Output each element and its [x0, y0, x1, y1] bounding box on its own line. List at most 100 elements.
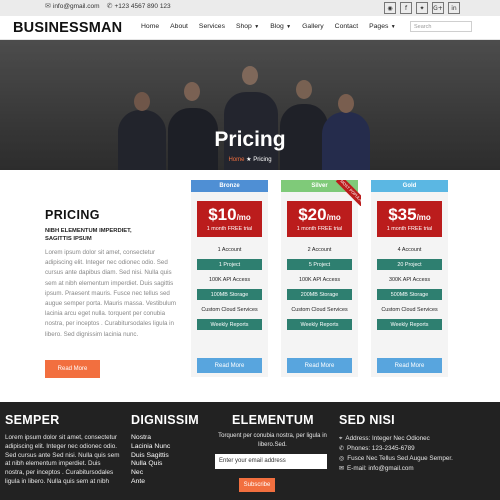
facebook-icon[interactable]: f: [400, 2, 412, 14]
caret-down-icon: ▼: [389, 24, 396, 30]
map-marker-icon: ⌖: [339, 436, 343, 442]
top-email-text: info@gmail.com: [52, 3, 100, 10]
phone-icon: ✆: [106, 3, 113, 10]
pricing-subtitle: NIBH ELEMENTUM IMPERDIET, SAGITTIS IPSUM: [45, 227, 180, 243]
price-amount: $20: [298, 205, 327, 224]
nav-item-contact[interactable]: Contact: [335, 23, 358, 30]
plan-feature: 1 Project: [197, 259, 262, 270]
envelope-icon: ✉: [45, 3, 51, 10]
pricing-subtitle-line-2: SAGITTIS IPSUM: [45, 236, 92, 242]
plan-gold: Gold $35/mo 1 month FREE trial 4 Account…: [371, 180, 448, 377]
nav-item-home[interactable]: Home: [141, 23, 159, 30]
twitter-icon[interactable]: ✦: [416, 2, 428, 14]
google-plus-icon[interactable]: G+: [432, 2, 444, 14]
globe-icon: ◎: [339, 456, 345, 462]
social-links: ◉ f ✦ G+ in: [384, 2, 460, 14]
footer-link[interactable]: Ante: [131, 478, 221, 487]
plan-feature: 200MB Storage: [287, 289, 352, 300]
footer-heading: ELEMENTUM: [232, 413, 314, 427]
plan-feature: Weekly Reports: [197, 319, 262, 330]
plan-read-more-button[interactable]: Read More: [287, 358, 352, 373]
page-title: Pricing: [214, 128, 286, 151]
footer-col-semper: SEMPER Lorem ipsum dolor sit amet, conse…: [5, 413, 120, 487]
price-amount: $35: [388, 205, 417, 224]
nav-item-shop[interactable]: Shop ▼: [236, 23, 259, 30]
footer-text: Lorem ipsum dolor sit amet, consectetur …: [5, 434, 120, 485]
footer-col-elementum: ELEMENTUM Torquent per conubia nostra, p…: [215, 413, 330, 492]
rss-icon[interactable]: ◉: [384, 2, 396, 14]
main-header: BUSINESSMAN Home About Services Shop ▼ B…: [0, 16, 500, 40]
top-contact: ✉ info@gmail.com ✆ +123 4567 890 123: [45, 2, 171, 10]
plan-feature: 1 Account: [217, 246, 242, 253]
envelope-icon: ✉: [339, 466, 345, 472]
footer-link[interactable]: Lacinia Nunc: [131, 443, 221, 452]
subscribe-button[interactable]: Subscribe: [239, 478, 275, 492]
plan-title: Bronze: [191, 180, 268, 192]
top-phone: ✆ +123 4567 890 123: [107, 2, 171, 10]
top-phone-text: +123 4567 890 123: [114, 3, 171, 10]
plan-feature: Weekly Reports: [287, 319, 352, 330]
hero-banner: Pricing Home ★ Pricing: [0, 40, 500, 170]
plan-title: Gold: [371, 180, 448, 192]
nav-item-about[interactable]: About: [170, 23, 188, 30]
linkedin-icon[interactable]: in: [448, 2, 460, 14]
nav-item-blog[interactable]: Blog ▼: [270, 23, 291, 30]
price-trial: 1 month FREE trial: [386, 226, 433, 232]
price-period: /mo: [236, 213, 251, 222]
plan-feature: Weekly Reports: [377, 319, 442, 330]
plan-feature: 100K API Access: [208, 276, 251, 283]
plan-feature: 2 Account: [307, 246, 332, 253]
top-bar: ✉ info@gmail.com ✆ +123 4567 890 123 ◉ f ✦…: [0, 0, 500, 16]
caret-down-icon: ▼: [284, 24, 292, 30]
price-amount: $10: [208, 205, 237, 224]
footer-link[interactable]: Nec: [131, 469, 221, 478]
nav-item-services[interactable]: Services: [199, 23, 225, 30]
search-input[interactable]: Search: [410, 21, 472, 32]
email-field[interactable]: Enter your email address: [215, 454, 327, 469]
pricing-intro: PRICING NIBH ELEMENTUM IMPERDIET, SAGITT…: [45, 208, 180, 378]
plan-feature: 500MB Storage: [377, 289, 442, 300]
pricing-heading: PRICING: [45, 208, 100, 222]
plan-feature: 300K API Access: [388, 276, 431, 283]
plan-read-more-button[interactable]: Read More: [377, 358, 442, 373]
caret-down-icon: ▼: [252, 24, 260, 30]
footer-link[interactable]: Duis Sagittis: [131, 452, 221, 461]
plan-price: $35/mo 1 month FREE trial: [377, 201, 442, 237]
footer-heading: DIGNISSIM: [131, 413, 199, 427]
plan-feature: 4 Account: [397, 246, 422, 253]
breadcrumb: Home ★ Pricing: [0, 156, 500, 163]
plan-feature: 5 Project: [287, 259, 352, 270]
footer-heading: SED NISI: [339, 413, 395, 427]
plan-feature: 100K API Access: [298, 276, 341, 283]
nav-item-gallery[interactable]: Gallery: [302, 23, 324, 30]
price-period: /mo: [326, 213, 341, 222]
plan-silver: Silver MOST POPULAR $20/mo 1 month FREE …: [281, 180, 361, 377]
phone-icon: ✆: [339, 446, 345, 452]
plan-bronze: Bronze $10/mo 1 month FREE trial 1 Accou…: [191, 180, 268, 377]
top-email[interactable]: ✉ info@gmail.com: [45, 2, 100, 10]
footer-link[interactable]: Nulla Quis: [131, 460, 221, 469]
plan-price: $20/mo 1 month FREE trial: [287, 201, 352, 237]
plan-feature: 20 Project: [377, 259, 442, 270]
newsletter-text: Torquent per conubia nostra, per ligula …: [218, 433, 327, 448]
footer-fusce: ◎ Fusce Nec Tellus Sed Augue Semper.: [339, 455, 453, 462]
breadcrumb-current: Pricing: [253, 157, 272, 163]
read-more-button[interactable]: Read More: [45, 360, 100, 378]
footer-address: ⌖ Address: Integer Nec Odionec: [339, 435, 430, 442]
footer-col-sed-nisi: SED NISI ⌖ Address: Integer Nec Odionec ✆…: [339, 413, 499, 474]
footer-phones: ✆ Phones: 123-2345-6789: [339, 445, 415, 452]
site-logo[interactable]: BUSINESSMAN: [13, 20, 122, 36]
price-period: /mo: [416, 213, 431, 222]
breadcrumb-home[interactable]: Home: [228, 157, 244, 163]
pricing-description: Lorem ipsum dolor sit amet, consectetur …: [45, 249, 177, 338]
footer-email[interactable]: ✉ E-mail: info@gmail.com: [339, 464, 499, 474]
plan-read-more-button[interactable]: Read More: [197, 358, 262, 373]
main-nav: Home About Services Shop ▼ Blog ▼ Galler…: [141, 23, 407, 30]
plan-feature: Custom Cloud Services: [291, 306, 348, 313]
pricing-subtitle-line-1: NIBH ELEMENTUM IMPERDIET,: [45, 228, 132, 234]
site-footer: SEMPER Lorem ipsum dolor sit amet, conse…: [0, 402, 500, 500]
price-trial: 1 month FREE trial: [206, 226, 253, 232]
footer-link[interactable]: Nostra: [131, 434, 221, 443]
footer-heading: SEMPER: [5, 413, 60, 427]
nav-item-pages[interactable]: Pages ▼: [369, 23, 396, 30]
